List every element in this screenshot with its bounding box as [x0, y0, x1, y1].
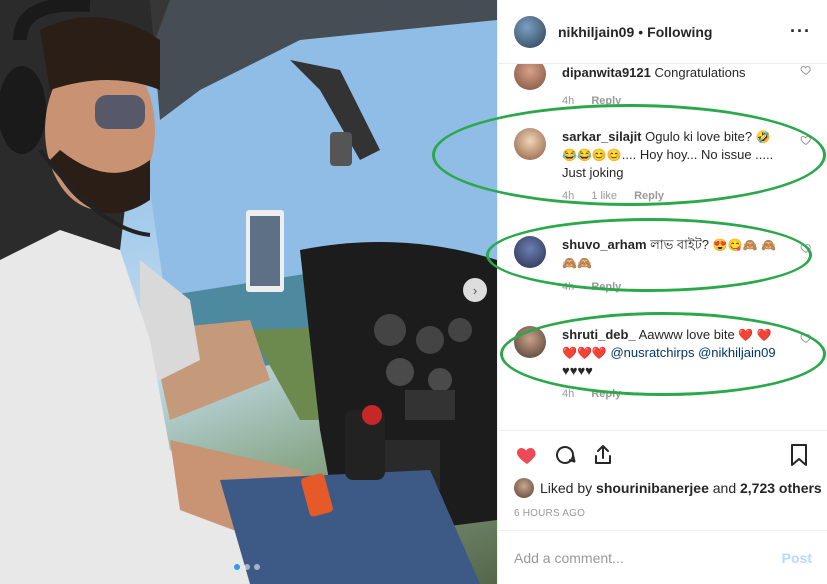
comment-mention-link[interactable]: @nikhiljain09: [698, 345, 776, 360]
next-photo-chevron-right-icon[interactable]: ›: [463, 278, 487, 302]
comment-item: shuvo_arham লাভ বাইট? 😍😋🙈 🙈🙈🙈 4h Reply: [514, 236, 814, 293]
comment-meta: 4h Reply: [562, 281, 814, 293]
commenter-avatar[interactable]: [514, 326, 546, 358]
comment-meta: 4h Reply: [562, 95, 814, 107]
post-photo[interactable]: ›: [0, 0, 497, 584]
comment-mention-link[interactable]: @nusratchirps: [610, 345, 694, 360]
comment-icon[interactable]: [552, 442, 578, 468]
comment-meta: 4h Reply: [562, 388, 814, 400]
follow-status-button[interactable]: Following: [647, 24, 712, 40]
liker-avatar[interactable]: [514, 478, 534, 498]
author-avatar[interactable]: [514, 15, 546, 48]
post-comment-button[interactable]: Post: [782, 550, 812, 566]
helicopter-cockpit-image: [0, 0, 497, 584]
comment-text: Ogulo ki love bite?: [645, 129, 753, 144]
comments-list[interactable]: dipanwita9121 Congratulations 4h Reply s…: [498, 64, 827, 428]
liker-username[interactable]: shourinibanerjee: [596, 480, 709, 496]
post-side-panel: nikhiljain09 • Following ··· dipanwita91…: [432, 0, 827, 584]
post-timestamp[interactable]: 6 HOURS AGO: [514, 508, 585, 519]
comment-text: লাভ বাইট?: [650, 237, 710, 252]
reply-button[interactable]: Reply: [591, 388, 621, 400]
comment-username[interactable]: shruti_deb_: [562, 327, 636, 342]
heart-filled-icon[interactable]: [514, 442, 540, 468]
carousel-dot-active: [234, 564, 240, 570]
commenter-avatar[interactable]: [514, 128, 546, 160]
comment-body: dipanwita9121 Congratulations: [562, 64, 780, 81]
commenter-avatar[interactable]: [514, 236, 546, 268]
carousel-indicator: [234, 564, 260, 570]
likes-summary: Liked by shourinibanerjee and 2,723 othe…: [514, 478, 822, 498]
comment-body: sarkar_silajit Ogulo ki love bite? 🤣😂😂😊😊…: [562, 128, 780, 181]
comment-username[interactable]: sarkar_silajit: [562, 129, 642, 144]
likes-middle: and: [712, 480, 737, 496]
comment-text: Aawww love bite: [638, 327, 735, 342]
comment-item: sarkar_silajit Ogulo ki love bite? 🤣😂😂😊😊…: [514, 128, 814, 202]
comment-time: 4h: [562, 190, 575, 202]
comment-item: dipanwita9121 Congratulations 4h Reply: [514, 64, 814, 107]
comment-emoji: 😍😋🙈: [712, 238, 758, 252]
likes-prefix: Liked by: [540, 480, 593, 496]
comment-heart-emoji: ❤️: [738, 328, 754, 342]
comment-time: 4h: [562, 388, 575, 400]
like-comment-heart-icon[interactable]: [800, 64, 812, 76]
add-comment-bar: Post: [498, 530, 827, 584]
comment-body: shruti_deb_ Aawww love bite ❤️ ❤️❤️❤️❤️ …: [562, 326, 780, 379]
comment-meta: 4h 1 like Reply: [562, 190, 814, 202]
comment-like-count[interactable]: 1 like: [591, 190, 617, 202]
commenter-avatar[interactable]: [514, 64, 546, 90]
separator-dot: •: [638, 23, 644, 40]
post-actions-bar: [498, 430, 827, 478]
author-username[interactable]: nikhiljain09: [558, 24, 634, 40]
bookmark-icon[interactable]: [786, 442, 812, 468]
comment-text: Congratulations: [654, 65, 746, 80]
comment-time: 4h: [562, 281, 575, 293]
reply-button[interactable]: Reply: [591, 95, 621, 107]
reply-button[interactable]: Reply: [634, 190, 664, 202]
reply-button[interactable]: Reply: [591, 281, 621, 293]
like-comment-heart-icon[interactable]: [800, 242, 812, 254]
comment-username[interactable]: shuvo_arham: [562, 237, 647, 252]
comment-body: shuvo_arham লাভ বাইট? 😍😋🙈 🙈🙈🙈: [562, 236, 780, 272]
post-header: nikhiljain09 • Following ···: [498, 0, 827, 64]
more-horizontal-icon[interactable]: ···: [790, 21, 811, 42]
comment-black-hearts: ♥♥♥♥: [562, 363, 593, 378]
like-comment-heart-icon[interactable]: [800, 134, 812, 146]
carousel-dot: [254, 564, 260, 570]
comment-input[interactable]: [514, 549, 782, 566]
comment-item: shruti_deb_ Aawww love bite ❤️ ❤️❤️❤️❤️ …: [514, 326, 814, 400]
carousel-dot: [244, 564, 250, 570]
like-comment-heart-icon[interactable]: [800, 332, 812, 344]
comment-username[interactable]: dipanwita9121: [562, 65, 651, 80]
comment-time: 4h: [562, 95, 575, 107]
share-icon[interactable]: [590, 442, 616, 468]
likes-count-link[interactable]: 2,723 others: [740, 480, 822, 496]
